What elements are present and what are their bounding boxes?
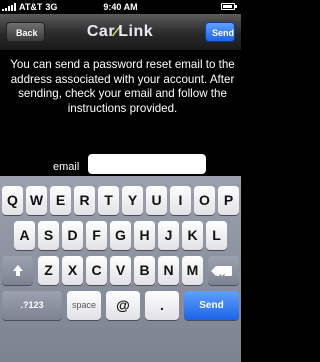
at-key[interactable]: @ — [106, 291, 140, 320]
keyboard: Q W E R T Y U I O P A S D F G H J K L Z … — [0, 176, 241, 362]
key-u[interactable]: U — [146, 186, 167, 215]
key-i[interactable]: I — [170, 186, 191, 215]
key-q[interactable]: Q — [2, 186, 23, 215]
send-button[interactable]: Send — [205, 22, 235, 42]
back-button[interactable]: Back — [6, 22, 45, 42]
keyboard-send-key[interactable]: Send — [184, 291, 239, 320]
email-field[interactable] — [88, 154, 206, 174]
keyboard-row-4: .?123 space @ . Send — [0, 291, 241, 322]
key-l[interactable]: L — [206, 221, 227, 250]
key-h[interactable]: H — [134, 221, 155, 250]
numbers-key[interactable]: .?123 — [2, 291, 62, 320]
clock: 9:40 AM — [103, 2, 138, 12]
key-d[interactable]: D — [62, 221, 83, 250]
instructions-text: You can send a password reset email to t… — [10, 58, 235, 115]
key-e[interactable]: E — [50, 186, 71, 215]
key-f[interactable]: F — [86, 221, 107, 250]
key-s[interactable]: S — [38, 221, 59, 250]
key-w[interactable]: W — [26, 186, 47, 215]
key-z[interactable]: Z — [38, 256, 59, 285]
shift-key[interactable] — [2, 256, 33, 285]
key-t[interactable]: T — [98, 186, 119, 215]
key-n[interactable]: N — [158, 256, 179, 285]
key-k[interactable]: K — [182, 221, 203, 250]
keyboard-row-3: Z X C V B N M — [0, 256, 241, 292]
carlink-logo: Car⁄Link — [86, 23, 154, 40]
key-m[interactable]: M — [182, 256, 203, 285]
space-key[interactable]: space — [67, 291, 101, 320]
key-j[interactable]: J — [158, 221, 179, 250]
keyboard-row-1: Q W E R T Y U I O P — [0, 186, 241, 217]
battery-icon — [221, 3, 237, 10]
delete-key[interactable] — [208, 256, 239, 292]
key-g[interactable]: G — [110, 221, 131, 250]
key-a[interactable]: A — [14, 221, 35, 250]
key-v[interactable]: V — [110, 256, 131, 285]
dot-key[interactable]: . — [145, 291, 179, 320]
keyboard-row-2: A S D F G H J K L — [0, 221, 241, 252]
key-c[interactable]: C — [86, 256, 107, 285]
email-label: email — [53, 161, 80, 173]
shift-arrow-icon — [11, 256, 25, 285]
backspace-icon — [210, 263, 232, 292]
key-y[interactable]: Y — [122, 186, 143, 215]
key-b[interactable]: B — [134, 256, 155, 285]
key-r[interactable]: R — [74, 186, 95, 215]
status-bar: AT&T 3G 9:40 AM — [0, 0, 241, 14]
nav-bar: Back Car⁄Link Send — [0, 14, 241, 51]
key-x[interactable]: X — [62, 256, 83, 285]
key-p[interactable]: P — [218, 186, 239, 215]
reset-form: You can send a password reset email to t… — [0, 51, 241, 196]
key-o[interactable]: O — [194, 186, 215, 215]
